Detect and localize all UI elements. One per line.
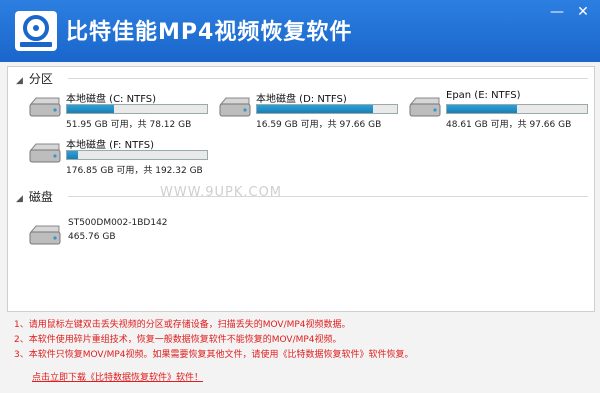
hard-disk-icon <box>29 97 61 117</box>
partition-item[interactable]: 本地磁盘 (C: NTFS) 51.95 GB 可用，共 78.12 GB <box>28 90 208 134</box>
download-link[interactable]: 点击立即下载《比特数据恢复软件》软件！ <box>32 370 203 383</box>
usage-bar <box>66 104 208 114</box>
partition-item[interactable]: 本地磁盘 (F: NTFS) 176.85 GB 可用，共 192.32 GB <box>28 136 208 180</box>
usage-bar-fill <box>67 151 79 159</box>
partition-item[interactable]: 本地磁盘 (D: NTFS) 16.59 GB 可用，共 97.66 GB <box>218 90 398 134</box>
partition-name: 本地磁盘 (F: NTFS) <box>66 140 155 151</box>
disks-section-header[interactable]: ◢ 磁盘 <box>16 188 53 205</box>
app-title: 比特佳能MP4视频恢复软件 <box>66 20 353 45</box>
collapse-arrow-icon[interactable]: ◢ <box>16 194 23 204</box>
usage-bar <box>446 104 588 114</box>
partition-size: 48.61 GB 可用，共 97.66 GB <box>446 120 572 130</box>
partition-name: Epan (E: NTFS) <box>446 90 521 101</box>
title-bar: 比特佳能MP4视频恢复软件 — ✕ <box>0 0 600 62</box>
partition-size: 51.95 GB 可用，共 78.12 GB <box>66 120 192 130</box>
usage-bar-fill <box>447 105 517 113</box>
partition-item[interactable]: Epan (E: NTFS) 48.61 GB 可用，共 97.66 GB <box>408 90 588 134</box>
usage-bar-fill <box>67 105 114 113</box>
hard-disk-icon <box>29 143 61 163</box>
usage-bar <box>256 104 398 114</box>
partition-name: 本地磁盘 (C: NTFS) <box>66 94 157 105</box>
section-divider <box>68 196 588 197</box>
disk-size: 465.76 GB <box>68 232 116 242</box>
watermark: WWW.9UPK.COM <box>160 185 283 200</box>
disks-section-label: 磁盘 <box>28 190 53 204</box>
minimize-button[interactable]: — <box>546 2 568 22</box>
hard-disk-icon <box>29 225 61 245</box>
usage-bar <box>66 150 208 160</box>
device-panel: ◢ 分区 本地磁盘 (C: NTFS) 51.95 GB 可用，共 78.12 GB… <box>7 66 595 312</box>
close-button[interactable]: ✕ <box>572 2 594 22</box>
partition-size: 16.59 GB 可用，共 97.66 GB <box>256 120 382 130</box>
instructions: 1、请用鼠标左键双击丢失视频的分区或存储设备，扫描丢失的MOV/MP4视频数据。… <box>14 318 594 363</box>
app-logo-icon <box>15 11 57 51</box>
instruction-line: 3、本软件只恢复MOV/MP4视频。如果需要恢复其他文件，请使用《比特数据恢复软… <box>14 350 414 360</box>
partition-size: 176.85 GB 可用，共 192.32 GB <box>66 166 203 176</box>
hard-disk-icon <box>219 97 251 117</box>
disk-name: ST500DM002-1BD142 <box>68 218 168 228</box>
section-divider <box>68 78 588 79</box>
instruction-line: 2、本软件使用碎片重组技术，恢复一般数据恢复软件不能恢复的MOV/MP4视频。 <box>14 335 342 345</box>
usage-bar-fill <box>257 105 374 113</box>
partitions-section-label: 分区 <box>28 72 53 86</box>
partitions-section-header[interactable]: ◢ 分区 <box>16 70 53 87</box>
partition-name: 本地磁盘 (D: NTFS) <box>256 94 347 105</box>
hard-disk-icon <box>409 97 441 117</box>
instruction-line: 1、请用鼠标左键双击丢失视频的分区或存储设备，扫描丢失的MOV/MP4视频数据。 <box>14 320 351 330</box>
collapse-arrow-icon[interactable]: ◢ <box>16 76 23 86</box>
